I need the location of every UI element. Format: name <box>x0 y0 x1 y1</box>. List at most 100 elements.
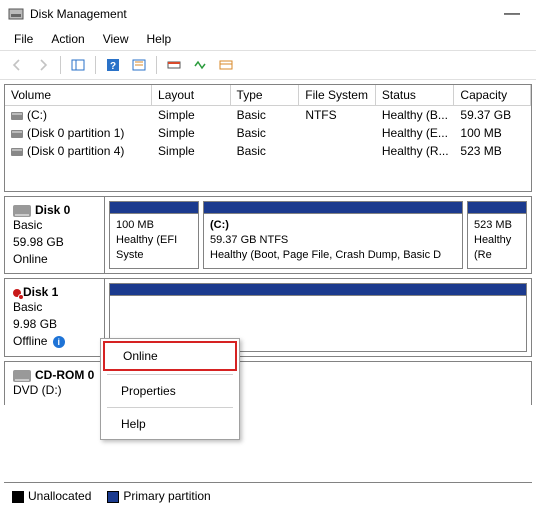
volume-icon <box>11 130 23 138</box>
menu-action[interactable]: Action <box>43 30 92 48</box>
column-layout[interactable]: Layout <box>152 85 231 105</box>
volume-fs <box>299 142 376 160</box>
menu-help[interactable]: Help <box>139 30 180 48</box>
partition-bar <box>110 284 526 296</box>
forward-button[interactable] <box>32 54 54 76</box>
toolbar: ? <box>0 50 536 80</box>
volume-fs: NTFS <box>299 106 376 124</box>
volume-list: Volume Layout Type File System Status Ca… <box>4 84 532 192</box>
volume-type: Basic <box>231 106 300 124</box>
partition-size: 523 MB <box>474 218 520 233</box>
disk-0-partitions: 100 MB Healthy (EFI Syste (C:) 59.37 GB … <box>105 197 531 273</box>
refresh-button[interactable] <box>128 54 150 76</box>
partition-size: 59.37 GB NTFS <box>210 233 456 248</box>
disk-0-partition-1[interactable]: 100 MB Healthy (EFI Syste <box>109 201 199 269</box>
column-volume[interactable]: Volume <box>5 85 152 105</box>
context-menu-separator <box>107 407 233 408</box>
volume-name: (C:) <box>27 108 47 122</box>
disk-graphic-view: Disk 0 Basic 59.98 GB Online 100 MB Heal… <box>4 196 532 405</box>
context-menu: Online Properties Help <box>100 338 240 440</box>
volume-capacity: 523 MB <box>454 142 531 160</box>
volume-list-header: Volume Layout Type File System Status Ca… <box>5 85 531 106</box>
cdrom-name: CD-ROM 0 <box>35 368 94 382</box>
legend-unallocated: Unallocated <box>12 489 91 503</box>
volume-layout: Simple <box>152 106 231 124</box>
context-menu-properties[interactable]: Properties <box>103 378 237 404</box>
info-icon[interactable]: i <box>53 336 65 348</box>
legend-primary: Primary partition <box>107 489 210 503</box>
partition-bar <box>204 202 462 214</box>
svg-text:?: ? <box>110 61 116 72</box>
toolbar-separator <box>60 56 61 74</box>
partition-status: Healthy (Boot, Page File, Crash Dump, Ba… <box>210 248 456 263</box>
layout-bottom-button[interactable] <box>189 54 211 76</box>
swatch-blue <box>107 491 119 503</box>
cdrom-info[interactable]: CD-ROM 0 DVD (D:) <box>5 362 105 405</box>
error-icon <box>13 289 21 297</box>
disk-1-row: Disk 1 Basic 9.98 GB Offline i <box>4 278 532 356</box>
disk-0-size: 59.98 GB <box>13 234 96 251</box>
context-menu-online[interactable]: Online <box>103 341 237 371</box>
title-bar: Disk Management — <box>0 0 536 28</box>
toolbar-separator <box>156 56 157 74</box>
volume-row[interactable]: (Disk 0 partition 4) Simple Basic Health… <box>5 142 531 160</box>
minimize-button[interactable]: — <box>496 5 528 23</box>
disk-1-state: Offline <box>13 334 47 348</box>
column-file-system[interactable]: File System <box>299 85 376 105</box>
layout-top-button[interactable] <box>163 54 185 76</box>
volume-list-body: (C:) Simple Basic NTFS Healthy (B... 59.… <box>5 106 531 191</box>
help-button[interactable]: ? <box>102 54 124 76</box>
cdrom-row: CD-ROM 0 DVD (D:) <box>4 361 532 405</box>
volume-status: Healthy (B... <box>376 106 455 124</box>
swatch-black <box>12 491 24 503</box>
show-hide-console-tree-button[interactable] <box>67 54 89 76</box>
volume-status: Healthy (R... <box>376 142 455 160</box>
volume-type: Basic <box>231 142 300 160</box>
volume-type: Basic <box>231 124 300 142</box>
column-type[interactable]: Type <box>231 85 300 105</box>
cdrom-sub: DVD (D:) <box>13 382 97 399</box>
disk-0-state: Online <box>13 251 96 268</box>
menu-file[interactable]: File <box>6 30 41 48</box>
volume-layout: Simple <box>152 124 231 142</box>
partition-status: Healthy (Re <box>474 233 520 263</box>
column-capacity[interactable]: Capacity <box>454 85 531 105</box>
disk-0-partition-c[interactable]: (C:) 59.37 GB NTFS Healthy (Boot, Page F… <box>203 201 463 269</box>
partition-status: Healthy (EFI Syste <box>116 233 192 263</box>
volume-capacity: 100 MB <box>454 124 531 142</box>
partition-size: 100 MB <box>116 218 192 233</box>
disk-1-name: Disk 1 <box>23 285 58 299</box>
volume-icon <box>11 148 23 156</box>
disk-0-row: Disk 0 Basic 59.98 GB Online 100 MB Heal… <box>4 196 532 274</box>
context-menu-help[interactable]: Help <box>103 411 237 437</box>
disk-0-info[interactable]: Disk 0 Basic 59.98 GB Online <box>5 197 105 273</box>
volume-capacity: 59.37 GB <box>454 106 531 124</box>
volume-icon <box>11 112 23 120</box>
disk-0-type: Basic <box>13 217 96 234</box>
partition-label: (C:) <box>210 218 456 233</box>
volume-row[interactable]: (C:) Simple Basic NTFS Healthy (B... 59.… <box>5 106 531 124</box>
settings-button[interactable] <box>215 54 237 76</box>
volume-row[interactable]: (Disk 0 partition 1) Simple Basic Health… <box>5 124 531 142</box>
volume-name: (Disk 0 partition 1) <box>27 126 124 140</box>
disk-0-partition-4[interactable]: 523 MB Healthy (Re <box>467 201 527 269</box>
app-icon <box>8 6 24 22</box>
window-title: Disk Management <box>30 7 496 21</box>
column-status[interactable]: Status <box>376 85 455 105</box>
disk-drive-icon <box>13 205 31 217</box>
partition-bar <box>468 202 526 214</box>
volume-status: Healthy (E... <box>376 124 455 142</box>
volume-name: (Disk 0 partition 4) <box>27 144 124 158</box>
context-menu-separator <box>107 374 233 375</box>
cdrom-icon <box>13 370 31 382</box>
menu-bar: File Action View Help <box>0 28 536 50</box>
disk-1-info[interactable]: Disk 1 Basic 9.98 GB Offline i <box>5 279 105 355</box>
disk-1-type: Basic <box>13 299 96 316</box>
menu-view[interactable]: View <box>95 30 137 48</box>
disk-0-name: Disk 0 <box>35 203 70 217</box>
volume-layout: Simple <box>152 142 231 160</box>
volume-fs <box>299 124 376 142</box>
partition-bar <box>110 202 198 214</box>
back-button[interactable] <box>6 54 28 76</box>
disk-1-size: 9.98 GB <box>13 316 96 333</box>
